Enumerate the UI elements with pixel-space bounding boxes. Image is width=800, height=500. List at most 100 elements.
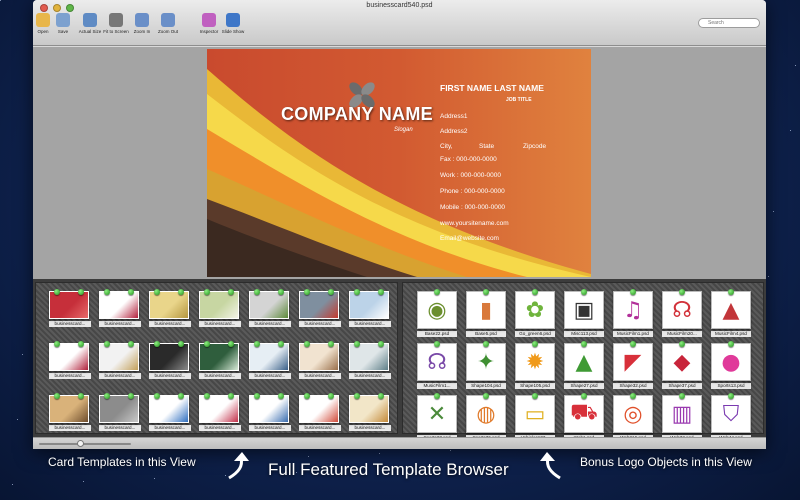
template-preview-image <box>49 289 89 319</box>
logo-object-thumbnail[interactable]: ◉ Base22.psd <box>417 289 457 337</box>
logo-objects-panel[interactable]: ◉ Base22.psd ▮ Base5.psd ✿ Go_green6.psd ▣ Misc… <box>402 282 764 441</box>
pushpin-icon <box>581 393 587 399</box>
logo-object-thumbnail[interactable]: ✦ Shape104.psd <box>466 341 506 389</box>
slider-knob[interactable] <box>77 440 85 447</box>
card-template-thumbnail[interactable]: businesscard... <box>349 393 391 431</box>
toolbar-button-slide-show[interactable]: Slide Show <box>218 13 248 34</box>
logo-preview: ✕ <box>417 393 457 433</box>
design-canvas[interactable]: COMPANY NAME Slogan FIRST NAME LAST NAME… <box>33 47 766 279</box>
logo-object-thumbnail[interactable]: ▲ Shape27.psd <box>564 341 604 389</box>
pushpin-icon <box>532 289 538 295</box>
mobile-number[interactable]: Mobile : 000-000-0000 <box>440 204 505 211</box>
search-input[interactable] <box>698 18 760 28</box>
logo-object-thumbnail[interactable]: ▥Web32.psd <box>662 393 702 441</box>
card-template-thumbnail[interactable]: businesscard... <box>249 341 291 379</box>
slogan[interactable]: Slogan <box>394 127 413 133</box>
fit-screen-icon <box>109 13 123 27</box>
address-line-2[interactable]: Address2 <box>440 128 467 135</box>
card-template-thumbnail[interactable]: businesscard... <box>49 341 91 379</box>
logo-preview: ◆ <box>662 341 702 381</box>
card-template-thumbnail[interactable]: businesscard... <box>199 289 241 327</box>
state[interactable]: State <box>479 143 494 150</box>
email[interactable]: Email@website.com <box>440 235 499 242</box>
logo-object-thumbnail[interactable]: ▣ Misc113.psd <box>564 289 604 337</box>
card-template-thumbnail[interactable]: businesscard... <box>49 289 91 327</box>
toolbar-button-save[interactable]: Save <box>48 13 78 34</box>
logo-object-thumbnail[interactable]: ◎Web216.psd <box>613 393 653 441</box>
toolbar-button-zoom-out[interactable]: Zoom Out <box>153 13 183 34</box>
logo-object-thumbnail[interactable]: ◍Sports36.psd <box>466 393 506 441</box>
card-template-thumbnail[interactable]: businesscard... <box>99 393 141 431</box>
template-filename: businesscard... <box>49 425 91 431</box>
logo-object-thumbnail[interactable]: ◤ Shape32.psd <box>613 341 653 389</box>
logo-object-thumbnail[interactable]: ▮ Base5.psd <box>466 289 506 337</box>
card-template-thumbnail[interactable]: businesscard... <box>149 289 191 327</box>
person-name[interactable]: FIRST NAME LAST NAME <box>440 83 544 93</box>
logo-object-thumbnail[interactable]: ▭Vehicles103... <box>515 393 555 441</box>
pushpin-icon <box>54 289 60 295</box>
pushpin-icon <box>178 289 184 295</box>
logo-glyph-icon: ✿ <box>525 297 545 323</box>
phone-number[interactable]: Phone : 000-000-0000 <box>440 188 505 195</box>
template-filename: businesscard... <box>349 373 391 379</box>
website[interactable]: www.yoursitename.com <box>440 220 509 227</box>
card-template-thumbnail[interactable]: businesscard... <box>149 393 191 431</box>
card-template-thumbnail[interactable]: businesscard... <box>249 289 291 327</box>
logo-object-thumbnail[interactable]: ♫ MusicFilm1.psd <box>613 289 653 337</box>
pushpin-icon <box>54 393 60 399</box>
template-filename: businesscard... <box>149 373 191 379</box>
pushpin-icon <box>679 289 685 295</box>
card-templates-panel[interactable]: businesscard... businesscard... businessca… <box>35 282 398 434</box>
fax-number[interactable]: Fax : 000-000-0000 <box>440 156 497 163</box>
job-title[interactable]: JOB TITLE <box>506 97 532 103</box>
pushpin-icon <box>304 289 310 295</box>
pushpin-icon <box>532 341 538 347</box>
card-template-thumbnail[interactable]: businesscard... <box>199 393 241 431</box>
logo-object-thumbnail[interactable]: ● Sports13.psd <box>711 341 751 389</box>
work-number[interactable]: Work : 000-000-0000 <box>440 172 501 179</box>
card-template-thumbnail[interactable]: businesscard... <box>99 341 141 379</box>
inspector-icon <box>202 13 216 27</box>
logo-glyph-icon: ◎ <box>623 401 643 427</box>
pushpin-icon <box>178 341 184 347</box>
pushpin-icon <box>328 393 334 399</box>
logo-object-thumbnail[interactable]: ⛟Web1.psd <box>564 393 604 441</box>
logo-preview: ☊ <box>662 289 702 329</box>
pushpin-icon <box>728 393 734 399</box>
logo-preview: ▲ <box>711 289 751 329</box>
card-template-thumbnail[interactable]: businesscard... <box>149 341 191 379</box>
card-template-thumbnail[interactable]: businesscard... <box>299 393 341 431</box>
company-name[interactable]: COMPANY NAME <box>281 104 433 125</box>
card-template-thumbnail[interactable]: businesscard... <box>349 341 391 379</box>
pushpin-icon <box>104 289 110 295</box>
logo-object-thumbnail[interactable]: ▲ MusicFilm4.psd <box>711 289 751 337</box>
thumbnail-size-slider[interactable] <box>39 443 131 445</box>
star <box>308 456 309 457</box>
city[interactable]: City, <box>440 143 453 150</box>
template-preview-image <box>199 289 239 319</box>
logo-preview: ▣ <box>564 289 604 329</box>
logo-object-thumbnail[interactable]: ✿ Go_green6.psd <box>515 289 555 337</box>
card-template-thumbnail[interactable]: businesscard... <box>199 341 241 379</box>
logo-object-thumbnail[interactable]: ✕Sports27.psd <box>417 393 457 441</box>
card-template-thumbnail[interactable]: businesscard... <box>49 393 91 431</box>
curved-arrow-right-icon <box>540 452 561 480</box>
logo-object-thumbnail[interactable]: ☊ MusicFilm1... <box>417 341 457 389</box>
caption-logo-objects: Bonus Logo Objects in this View <box>580 455 752 469</box>
business-card-preview[interactable]: COMPANY NAME Slogan FIRST NAME LAST NAME… <box>207 49 591 277</box>
card-template-thumbnail[interactable]: businesscard... <box>299 341 341 379</box>
card-template-thumbnail[interactable]: businesscard... <box>299 289 341 327</box>
pushpin-icon <box>483 289 489 295</box>
logo-object-thumbnail[interactable]: ◆ Shape37.psd <box>662 341 702 389</box>
template-filename: businesscard... <box>149 425 191 431</box>
logo-object-thumbnail[interactable]: ☊ MusicFilm20... <box>662 289 702 337</box>
zipcode[interactable]: Zipcode <box>523 143 546 150</box>
logo-object-thumbnail[interactable]: ⛉Web44.psd <box>711 393 751 441</box>
logo-preview: ▭ <box>515 393 555 433</box>
logo-glyph-icon: ▮ <box>479 297 493 323</box>
card-template-thumbnail[interactable]: businesscard... <box>249 393 291 431</box>
card-template-thumbnail[interactable]: businesscard... <box>99 289 141 327</box>
logo-object-thumbnail[interactable]: ✹ Shape105.psd <box>515 341 555 389</box>
card-template-thumbnail[interactable]: businesscard... <box>349 289 391 327</box>
address-line-1[interactable]: Address1 <box>440 113 467 120</box>
